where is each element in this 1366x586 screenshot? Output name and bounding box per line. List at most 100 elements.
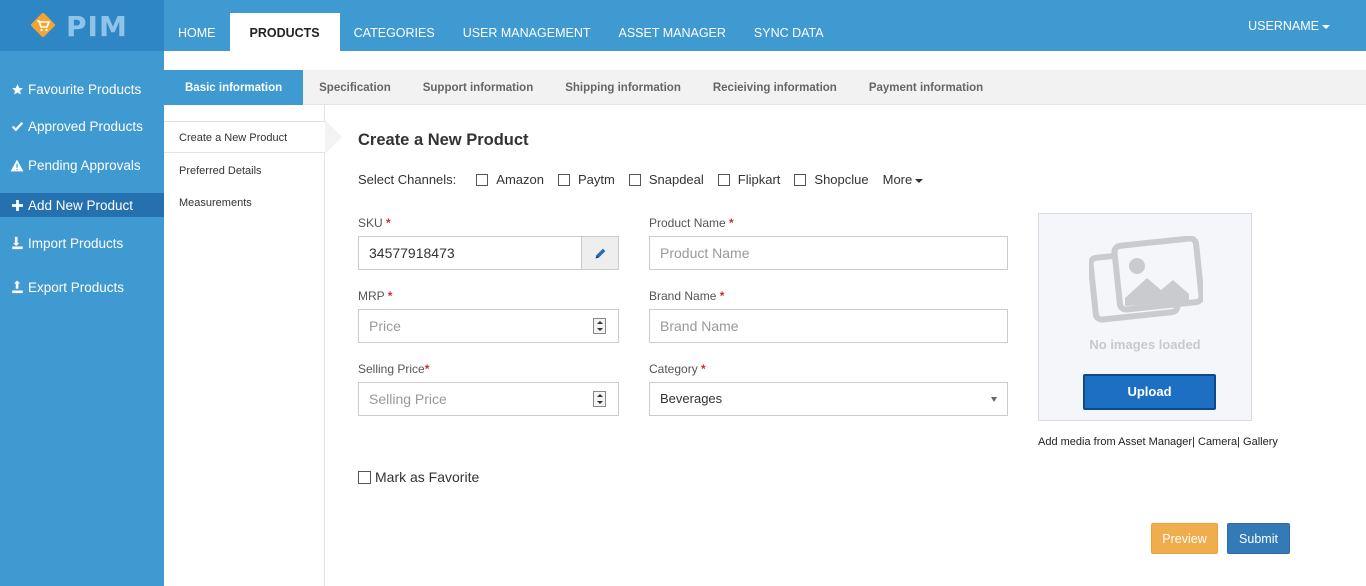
mark-favorite-checkbox[interactable]: Mark as Favorite (358, 469, 479, 485)
category-select[interactable]: Beverages (649, 382, 1008, 416)
logo-text: PIM (66, 10, 128, 43)
sidebar-item-approved-products[interactable]: Approved Products (0, 114, 164, 138)
nav-sync-data[interactable]: SYNC DATA (740, 0, 838, 51)
mrp-number-stepper[interactable] (593, 318, 606, 334)
channel-flipkart[interactable]: Flipkart (717, 172, 781, 187)
tab-payment-information[interactable]: Payment information (853, 70, 999, 105)
checkbox[interactable] (717, 173, 730, 186)
subnav-preferred-details[interactable]: Preferred Details (164, 155, 325, 187)
sku-label: SKU * (358, 216, 391, 230)
nav-categories[interactable]: CATEGORIES (340, 0, 449, 51)
separator: | (1192, 436, 1195, 448)
logo[interactable]: PIM (0, 0, 164, 51)
separator: | (1237, 436, 1240, 448)
chevron-down-icon (1322, 24, 1330, 29)
plus-icon (8, 199, 26, 211)
channels-label: Select Channels: (358, 172, 457, 187)
more-label: More (882, 172, 913, 187)
main-nav: HOME PRODUCTS CATEGORIES USER MANAGEMENT… (164, 0, 838, 51)
tab-basic-information[interactable]: Basic information (164, 70, 304, 105)
checkbox[interactable] (557, 173, 570, 186)
nav-user-management[interactable]: USER MANAGEMENT (449, 0, 605, 51)
channel-paytm[interactable]: Paytm (557, 172, 615, 187)
section-subnav: Create a New Product Preferred Details M… (164, 105, 325, 586)
user-menu[interactable]: USERNAME (1248, 19, 1330, 33)
sidebar-item-label: Pending Approvals (28, 157, 141, 173)
upload-button[interactable]: Upload (1083, 374, 1216, 410)
nav-products[interactable]: PRODUCTS (229, 13, 340, 51)
submit-button[interactable]: Submit (1227, 523, 1290, 554)
subnav-pointer (325, 120, 342, 154)
gallery-link[interactable]: Gallery (1243, 436, 1278, 448)
image-upload-panel: No images loaded Upload (1038, 213, 1252, 421)
sidebar-item-label: Approved Products (28, 118, 143, 134)
page-title: Create a New Product (358, 131, 529, 149)
channel-label: Shopclue (814, 172, 869, 187)
sidebar-item-export-products[interactable]: Export Products (0, 275, 164, 299)
channel-label: Snapdeal (648, 172, 704, 187)
tab-shipping-information[interactable]: Shipping information (549, 70, 697, 105)
sidebar-item-label: Add New Product (28, 197, 134, 213)
import-icon (8, 236, 26, 250)
tab-receiving-information[interactable]: Recieiving information (697, 70, 853, 105)
nav-asset-manager[interactable]: ASSET MANAGER (604, 0, 739, 51)
sidebar-item-label: Favourite Products (28, 81, 142, 97)
selling-price-input[interactable]: Selling Price (358, 382, 619, 416)
sidebar-item-add-new-product[interactable]: Add New Product (0, 193, 164, 217)
checkbox[interactable] (476, 173, 489, 186)
subnav-create-new-product[interactable]: Create a New Product (164, 121, 325, 153)
edit-sku-button[interactable] (581, 236, 619, 270)
category-label: Category * (649, 362, 706, 376)
channel-amazon[interactable]: Amazon (476, 172, 544, 187)
channel-selector: Select Channels: Amazon Paytm Snapdeal F… (358, 172, 924, 187)
star-icon (8, 83, 26, 96)
brand-name-placeholder: Brand Name (660, 318, 739, 334)
tab-specification[interactable]: Specification (303, 70, 407, 105)
info-tabs: Basic information Specification Support … (164, 70, 1366, 105)
no-images-text: No images loaded (1089, 337, 1201, 352)
preview-button[interactable]: Preview (1151, 523, 1218, 554)
channel-label: Flipkart (737, 172, 781, 187)
camera-link[interactable]: Camera (1198, 436, 1237, 448)
mrp-label: MRP * (358, 289, 393, 303)
cart-logo-icon (31, 13, 55, 37)
brand-name-input[interactable]: Brand Name (649, 309, 1008, 343)
sidebar-item-import-products[interactable]: Import Products (0, 231, 164, 255)
checkbox[interactable] (628, 173, 641, 186)
category-value: Beverages (660, 391, 723, 406)
sidebar-item-pending-approvals[interactable]: Pending Approvals (0, 153, 164, 177)
pencil-icon (595, 248, 605, 258)
selling-price-number-stepper[interactable] (593, 391, 606, 407)
sidebar-item-label: Import Products (28, 235, 124, 251)
chevron-down-icon (991, 397, 997, 402)
sidebar-item-label: Export Products (28, 279, 125, 295)
checkbox[interactable] (794, 173, 807, 186)
nav-home[interactable]: HOME (164, 0, 230, 51)
favorite-label: Mark as Favorite (375, 469, 480, 485)
channel-snapdeal[interactable]: Snapdeal (628, 172, 704, 187)
media-source-links: Add media from Asset Manager| Camera| Ga… (1038, 436, 1278, 448)
selling-price-label: Selling Price* (358, 362, 430, 376)
more-channels-dropdown[interactable]: More (883, 172, 924, 187)
sku-input[interactable]: 34577918473 (358, 236, 582, 270)
top-bar: PIM HOME PRODUCTS CATEGORIES USER MANAGE… (0, 0, 1366, 51)
chevron-down-icon (915, 178, 924, 183)
checkbox[interactable] (358, 470, 371, 484)
product-name-input[interactable]: Product Name (649, 236, 1008, 270)
product-name-placeholder: Product Name (660, 245, 750, 261)
sidebar: Favourite Products Approved Products Pen… (0, 51, 164, 586)
tab-support-information[interactable]: Support information (407, 70, 550, 105)
channel-label: Amazon (496, 172, 544, 187)
brand-name-label: Brand Name * (649, 289, 725, 303)
sidebar-item-favourite-products[interactable]: Favourite Products (0, 77, 164, 101)
mrp-placeholder: Price (369, 318, 401, 334)
image-placeholder-icon (1089, 236, 1203, 323)
channel-shopclue[interactable]: Shopclue (794, 172, 869, 187)
mrp-input[interactable]: Price (358, 309, 619, 343)
selling-price-placeholder: Selling Price (369, 391, 447, 407)
subnav-measurements[interactable]: Measurements (164, 187, 325, 219)
export-icon (8, 280, 26, 294)
product-name-label: Product Name * (649, 216, 734, 230)
asset-manager-link[interactable]: Add media from Asset Manager (1038, 436, 1192, 448)
channel-label: Paytm (577, 172, 615, 187)
